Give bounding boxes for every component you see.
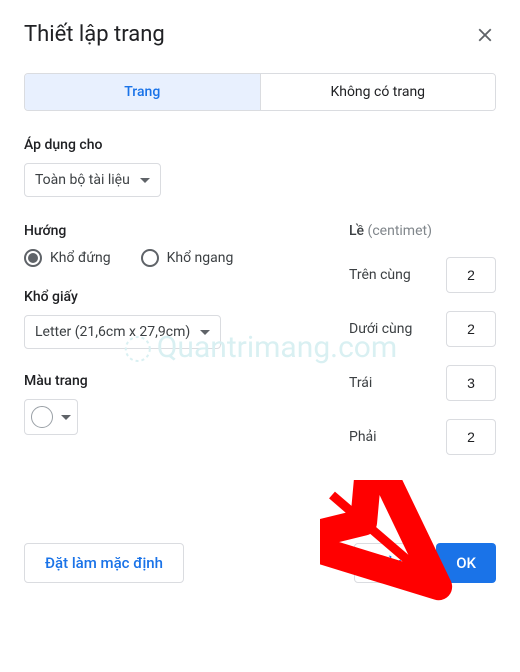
tab-pageless[interactable]: Không có trang (260, 74, 496, 110)
close-icon[interactable] (474, 24, 496, 46)
caret-down-icon (61, 415, 71, 420)
color-swatch (31, 406, 53, 428)
apply-to-value: Toàn bộ tài liệu (35, 172, 130, 188)
caret-down-icon (140, 178, 150, 183)
orientation-label: Hướng (24, 223, 319, 239)
orientation-landscape[interactable]: Khổ ngang (141, 249, 234, 267)
apply-to-select[interactable]: Toàn bộ tài liệu (24, 163, 161, 197)
margin-top-label: Trên cùng (349, 267, 434, 283)
apply-to-label: Áp dụng cho (24, 137, 496, 153)
ok-button[interactable]: OK (436, 543, 496, 583)
margin-top-input[interactable] (446, 257, 496, 293)
margin-right-label: Phải (349, 429, 434, 445)
margin-bottom-label: Dưới cùng (349, 321, 434, 337)
dialog-title: Thiết lập trang (24, 22, 165, 47)
orientation-landscape-label: Khổ ngang (167, 250, 234, 266)
margin-left-input[interactable] (446, 365, 496, 401)
margin-bottom-input[interactable] (446, 311, 496, 347)
margin-left-label: Trái (349, 375, 434, 391)
paper-size-value: Letter (21,6cm x 27,9cm) (35, 324, 190, 340)
caret-down-icon (200, 330, 210, 335)
page-setup-dialog: Quantrimang.com Thiết lập trang Trang Kh… (0, 0, 520, 611)
page-color-label: Màu trang (24, 373, 319, 389)
page-color-select[interactable] (24, 399, 78, 435)
cancel-button[interactable]: Hủy (354, 543, 422, 583)
radio-on-icon (24, 249, 42, 267)
margin-right-input[interactable] (446, 419, 496, 455)
tab-bar: Trang Không có trang (24, 73, 496, 111)
margins-label: Lề (centimet) (349, 223, 496, 239)
right-column: Lề (centimet) Trên cùng Dưới cùng Trái P… (349, 223, 496, 473)
left-column: Hướng Khổ đứng Khổ ngang Khổ giấy Letter… (24, 223, 319, 473)
tab-pages[interactable]: Trang (25, 74, 260, 110)
paper-size-select[interactable]: Letter (21,6cm x 27,9cm) (24, 315, 221, 349)
set-default-button[interactable]: Đặt làm mặc định (24, 543, 184, 583)
dialog-footer: Đặt làm mặc định Hủy OK (24, 543, 496, 583)
orientation-portrait-label: Khổ đứng (50, 250, 111, 266)
paper-size-label: Khổ giấy (24, 289, 319, 305)
orientation-portrait[interactable]: Khổ đứng (24, 249, 111, 267)
radio-off-icon (141, 249, 159, 267)
